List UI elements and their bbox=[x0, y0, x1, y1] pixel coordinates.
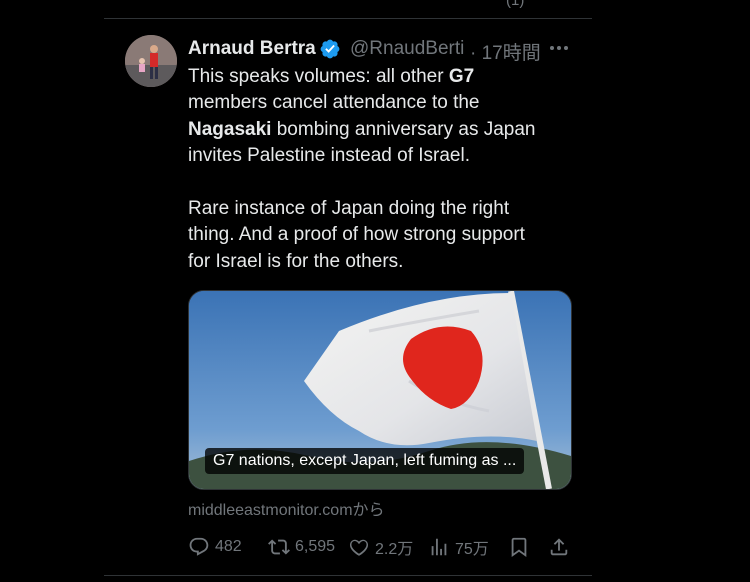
retweet-button[interactable]: 6,595 bbox=[268, 534, 335, 560]
reply-button[interactable]: 482 bbox=[188, 534, 242, 560]
retweet-icon bbox=[268, 539, 290, 555]
divider-bottom bbox=[104, 575, 592, 576]
views-count: 75万 bbox=[455, 541, 489, 558]
reply-count: 482 bbox=[215, 538, 242, 555]
share-icon bbox=[550, 538, 568, 556]
previous-tweet-cutoff: (1) bbox=[506, 0, 525, 9]
reply-icon bbox=[189, 537, 209, 556]
more-options-icon[interactable] bbox=[548, 37, 570, 59]
avatar[interactable] bbox=[125, 35, 177, 87]
share-button[interactable] bbox=[548, 534, 575, 560]
link-card[interactable]: G7 nations, except Japan, left fuming as… bbox=[188, 290, 572, 490]
bookmark-icon bbox=[511, 537, 527, 558]
views-button[interactable]: 75万 bbox=[428, 534, 489, 560]
analytics-icon bbox=[431, 538, 447, 556]
divider-top bbox=[104, 18, 592, 19]
tweet-header: Arnaud Bertra @RnaudBerti · 17時間 bbox=[188, 38, 578, 65]
heart-icon bbox=[349, 539, 369, 556]
tweet-actions: 482 6,595 2.2万 75万 bbox=[188, 534, 578, 560]
like-count: 2.2万 bbox=[375, 541, 414, 558]
link-card-title[interactable]: G7 nations, except Japan, left fuming as… bbox=[205, 448, 525, 474]
verified-badge-icon bbox=[320, 39, 340, 59]
like-button[interactable]: 2.2万 bbox=[348, 534, 413, 560]
tweet-text: This speaks volumes: all other G7 member… bbox=[188, 66, 536, 272]
retweet-count: 6,595 bbox=[295, 538, 336, 555]
link-source[interactable]: middleeastmonitor.comから bbox=[188, 496, 385, 520]
author-handle[interactable]: @RnaudBerti bbox=[350, 38, 468, 60]
tweet-timestamp[interactable]: · 17時間 bbox=[470, 38, 541, 65]
bookmark-button[interactable] bbox=[508, 534, 535, 560]
author-name[interactable]: Arnaud Bertra bbox=[188, 38, 316, 60]
